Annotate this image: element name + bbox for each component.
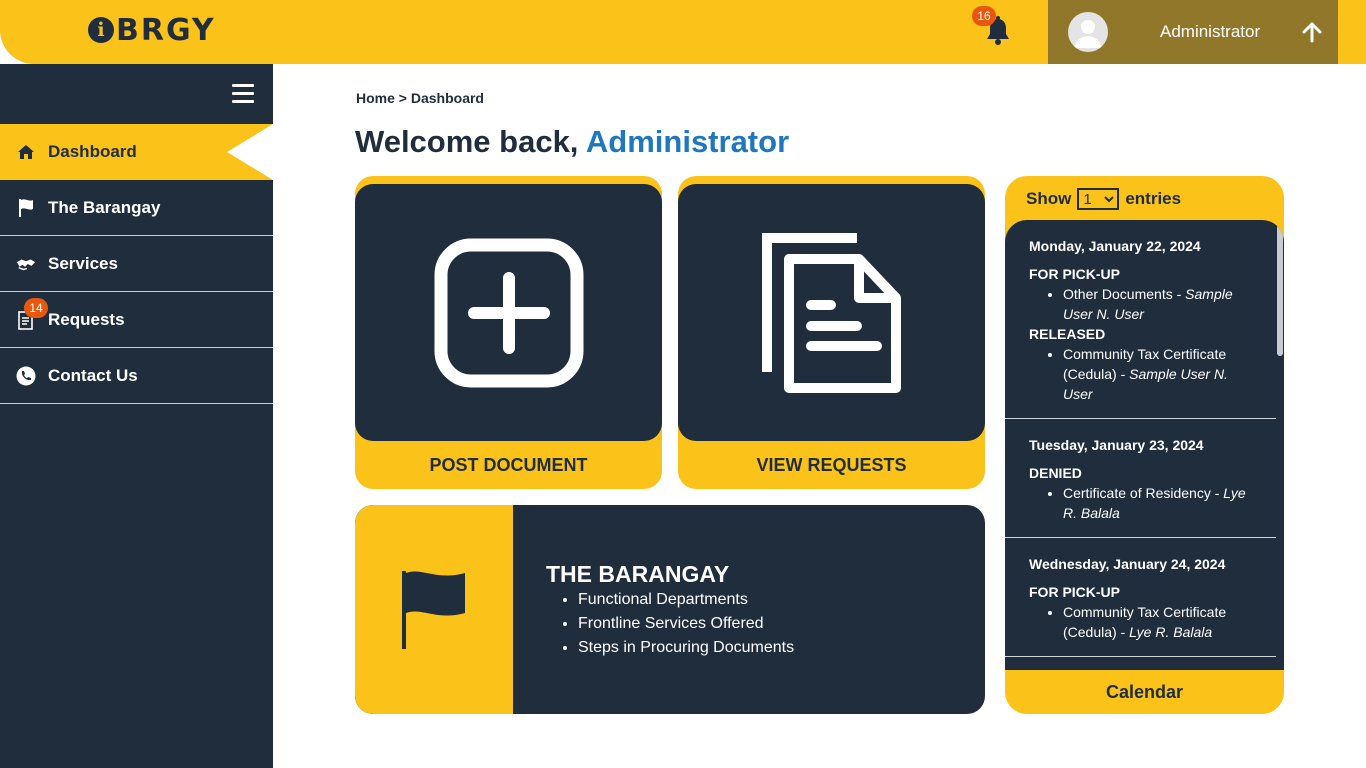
post-document-card[interactable]: POST DOCUMENT: [355, 176, 662, 489]
hamburger-menu-icon[interactable]: [232, 84, 254, 104]
entry-items: Other Documents - Sample User N. User: [1063, 284, 1252, 324]
user-menu[interactable]: Administrator: [1048, 0, 1338, 64]
entry-items: Community Tax Certificate (Cedula) - Sam…: [1063, 344, 1252, 404]
entry-status: FOR PICK-UP: [1029, 584, 1120, 600]
sidebar-nav: Dashboard The Barangay Services Requests…: [0, 124, 273, 404]
sidebar-item-the-barangay[interactable]: The Barangay: [0, 180, 273, 236]
sidebar-item-label: The Barangay: [48, 197, 161, 217]
phone-icon: [16, 366, 36, 386]
list-item[interactable]: Steps in Procuring Documents: [578, 639, 794, 657]
home-icon: [16, 142, 36, 162]
scrollbar[interactable]: [1276, 220, 1284, 670]
entry-date: Wednesday, January 24, 2024: [1029, 556, 1226, 572]
scrollbar-thumb[interactable]: [1277, 224, 1283, 356]
user-silhouette-icon: [1074, 20, 1102, 48]
entry-status: RELEASED: [1029, 326, 1106, 342]
logo-text: BRGY: [116, 12, 216, 48]
view-requests-card[interactable]: VIEW REQUESTS: [678, 176, 985, 489]
entry-item: Community Tax Certificate (Cedula) - Sam…: [1063, 344, 1252, 404]
sidebar-item-label: Dashboard: [48, 142, 137, 161]
calendar-button[interactable]: Calendar: [1005, 670, 1284, 714]
show-label: Show: [1026, 189, 1072, 208]
add-square-icon: [434, 238, 584, 388]
schedule-list[interactable]: Monday, January 22, 2024 FOR PICK-UP Oth…: [1005, 220, 1284, 670]
entries-control: Show 1 entries: [1026, 188, 1181, 210]
notification-count-badge[interactable]: 16: [972, 6, 996, 26]
entries-label: entries: [1125, 189, 1182, 208]
user-name: Administrator: [1160, 22, 1261, 41]
barangay-title: THE BARANGAY: [546, 561, 730, 587]
entry-doc: Other Documents -: [1063, 286, 1186, 302]
requests-count-badge: 14: [24, 298, 48, 318]
sidebar: Dashboard The Barangay Services Requests…: [0, 64, 273, 768]
sidebar-item-contact-us[interactable]: Contact Us: [0, 348, 273, 404]
sidebar-item-requests[interactable]: Requests 14: [0, 292, 273, 348]
entry-doc: Certificate of Residency -: [1063, 485, 1224, 501]
entry-user: Lye R. Balala: [1129, 624, 1213, 640]
sidebar-item-services[interactable]: Services: [0, 236, 273, 292]
flag-icon: [402, 571, 465, 649]
brgy-logo[interactable]: i BRGY: [88, 12, 216, 48]
list-item[interactable]: Functional Departments: [578, 591, 794, 609]
barangay-card[interactable]: THE BARANGAY Functional Departments Fron…: [355, 505, 985, 714]
entry-items: Certificate of Residency - Lye R. Balala: [1063, 483, 1252, 523]
list-item: Tuesday, January 23, 2024 DENIED Certifi…: [1005, 419, 1276, 538]
entry-item: Community Tax Certificate (Cedula) - Lye…: [1063, 602, 1252, 642]
view-requests-button[interactable]: VIEW REQUESTS: [678, 441, 985, 489]
entries-select[interactable]: 1: [1077, 188, 1120, 210]
sidebar-item-label: Requests: [48, 309, 125, 329]
list-item: Wednesday, January 24, 2024 FOR PICK-UP …: [1005, 538, 1276, 657]
entry-date: Tuesday, January 23, 2024: [1029, 437, 1204, 453]
barangay-links: Functional Departments Frontline Service…: [578, 591, 794, 663]
sidebar-item-label: Contact Us: [48, 365, 138, 385]
breadcrumb[interactable]: Home > Dashboard: [356, 90, 484, 106]
welcome-user-name: Administrator: [585, 124, 790, 159]
welcome-prefix: Welcome back,: [355, 124, 586, 159]
avatar: [1068, 12, 1108, 52]
arrow-up-icon[interactable]: [1300, 20, 1324, 44]
list-item[interactable]: Frontline Services Offered: [578, 615, 794, 633]
entry-status: DENIED: [1029, 465, 1082, 481]
entry-date: Monday, January 22, 2024: [1029, 238, 1201, 254]
list-item: Monday, January 22, 2024 FOR PICK-UP Oth…: [1005, 220, 1276, 419]
entry-status: FOR PICK-UP: [1029, 266, 1120, 282]
barangay-flag-panel: [355, 505, 513, 714]
top-header: i BRGY 16 Administrator: [0, 0, 1366, 64]
documents-icon: [762, 233, 901, 393]
entry-item: Certificate of Residency - Lye R. Balala: [1063, 483, 1252, 523]
page-title: Welcome back, Administrator: [355, 124, 789, 160]
sidebar-item-dashboard[interactable]: Dashboard: [0, 124, 273, 180]
handshake-icon: [16, 254, 36, 274]
flag-icon: [16, 198, 36, 218]
entry-item: Other Documents - Sample User N. User: [1063, 284, 1252, 324]
logo-info-icon: i: [88, 17, 114, 43]
schedule-panel: Show 1 entries Monday, January 22, 2024 …: [1005, 176, 1284, 714]
post-document-button[interactable]: POST DOCUMENT: [355, 441, 662, 489]
entry-items: Community Tax Certificate (Cedula) - Lye…: [1063, 602, 1252, 642]
sidebar-item-label: Services: [48, 253, 118, 273]
